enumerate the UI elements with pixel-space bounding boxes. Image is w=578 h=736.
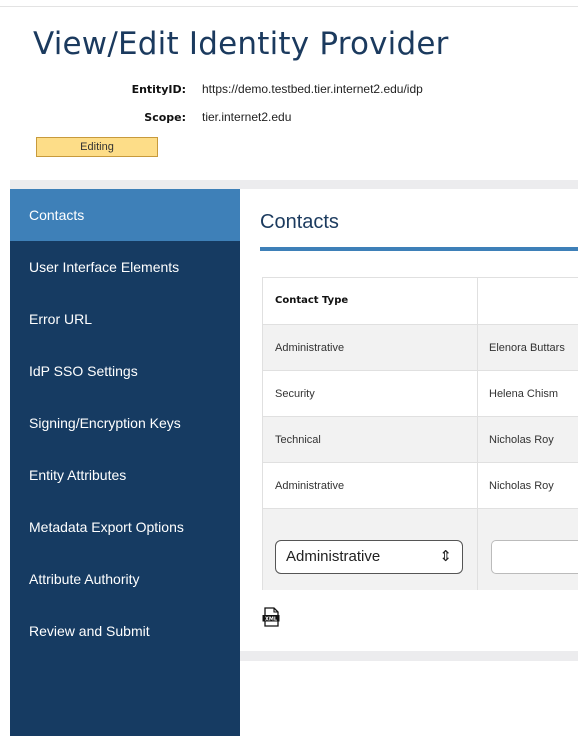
contact-name-input[interactable] [491, 540, 578, 574]
table-header-row: Contact Type [263, 278, 578, 324]
entity-id-value: https://demo.testbed.tier.internet2.edu/… [202, 82, 423, 96]
sidebar-item-contacts[interactable]: Contacts [10, 189, 240, 241]
svg-text:XML: XML [265, 616, 278, 622]
status-badge: Editing [36, 137, 158, 157]
sidebar: Contacts User Interface Elements Error U… [10, 189, 240, 736]
section-title: Contacts [260, 211, 339, 233]
table-row: Technical Nicholas Roy [263, 416, 578, 462]
contacts-table: Contact Type Administrative Elenora Butt… [262, 277, 578, 590]
contact-type-cell: Administrative [275, 480, 345, 492]
contact-type-cell: Security [275, 388, 315, 400]
sidebar-item-attribute-authority[interactable]: Attribute Authority [10, 553, 240, 605]
column-header-contact-type: Contact Type [275, 295, 349, 306]
scope-label: Scope: [144, 111, 186, 124]
sidebar-item-user-interface-elements[interactable]: User Interface Elements [10, 241, 240, 293]
contact-type-cell: Administrative [275, 342, 345, 354]
up-down-chevron-icon: ⇕ [439, 548, 452, 565]
table-row: Administrative Nicholas Roy [263, 462, 578, 508]
page-title: View/Edit Identity Provider [33, 26, 449, 62]
sidebar-item-signing-encryption-keys[interactable]: Signing/Encryption Keys [10, 397, 240, 449]
sidebar-item-error-url[interactable]: Error URL [10, 293, 240, 345]
content-bottom-band [240, 651, 578, 661]
top-divider [0, 6, 578, 7]
contact-name-cell: Nicholas Roy [489, 480, 554, 492]
scope-value: tier.internet2.edu [202, 110, 292, 124]
entity-id-label: EntityID: [131, 83, 186, 96]
sidebar-item-entity-attributes[interactable]: Entity Attributes [10, 449, 240, 501]
section-underline [260, 247, 578, 251]
xml-file-icon[interactable]: XML [262, 607, 280, 627]
contact-type-cell: Technical [275, 434, 321, 446]
contact-name-cell: Helena Chism [489, 388, 559, 400]
contact-type-select-value: Administrative [286, 548, 381, 565]
contact-name-cell: Nicholas Roy [489, 434, 554, 446]
sidebar-item-idp-sso-settings[interactable]: IdP SSO Settings [10, 345, 240, 397]
table-row: Security Helena Chism [263, 370, 578, 416]
main-panel: Contacts Contact Type Administrative Ele… [240, 189, 578, 651]
sidebar-item-metadata-export-options[interactable]: Metadata Export Options [10, 501, 240, 553]
column-divider [477, 278, 478, 590]
contact-type-select[interactable]: Administrative ⇕ [275, 540, 463, 574]
table-row: Administrative Elenora Buttars [263, 324, 578, 370]
contact-name-cell: Elenora Buttars [489, 342, 565, 354]
sidebar-item-review-and-submit[interactable]: Review and Submit [10, 605, 240, 657]
